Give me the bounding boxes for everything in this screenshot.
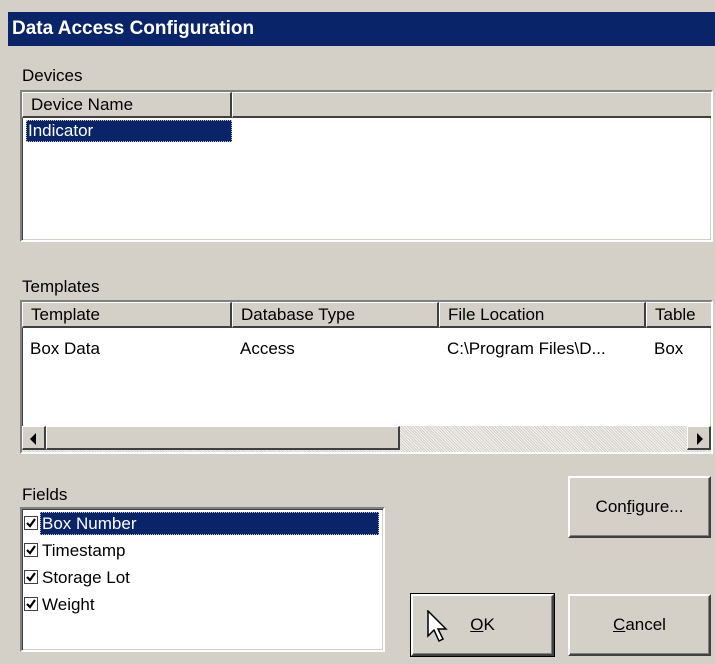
list-item[interactable]: Weight bbox=[24, 591, 97, 616]
fields-list[interactable]: Box Number Timestamp Storage Lot Weight bbox=[20, 507, 385, 652]
list-item[interactable]: Storage Lot bbox=[24, 564, 132, 589]
templates-list[interactable]: Template Database Type File Location Tab… bbox=[20, 300, 713, 454]
devices-label: Devices bbox=[22, 66, 83, 85]
field-label: Timestamp bbox=[42, 541, 126, 561]
fields-label: Fields bbox=[22, 485, 68, 504]
column-header-database-type[interactable]: Database Type bbox=[232, 302, 439, 328]
list-item[interactable]: Box Number bbox=[24, 510, 381, 536]
cell-database-type: Access bbox=[240, 339, 295, 358]
ok-mnemonic: O bbox=[470, 615, 484, 634]
cursor-icon bbox=[427, 610, 448, 643]
field-label: Box Number bbox=[40, 512, 379, 536]
checkbox-storage-lot[interactable] bbox=[24, 569, 38, 584]
checkbox-timestamp[interactable] bbox=[24, 542, 38, 557]
ok-label-post: K bbox=[483, 615, 495, 634]
cell-template: Box Data bbox=[30, 339, 100, 358]
column-header-empty[interactable] bbox=[232, 92, 711, 118]
checkbox-box-number[interactable] bbox=[24, 515, 38, 530]
arrow-right-icon bbox=[697, 433, 703, 445]
cell-file-location: C:\Program Files\D... bbox=[447, 339, 606, 358]
scroll-right-button[interactable] bbox=[687, 426, 711, 450]
ok-button[interactable]: OK bbox=[410, 593, 555, 657]
templates-label: Templates bbox=[22, 277, 100, 296]
column-header-file-location[interactable]: File Location bbox=[439, 302, 646, 328]
checkmark-icon bbox=[26, 598, 36, 609]
devices-list[interactable]: Device Name Indicator bbox=[20, 90, 713, 242]
cancel-button[interactable]: Cancel bbox=[568, 594, 711, 656]
configure-label-post: igure... bbox=[631, 497, 684, 516]
scrollbar-thumb[interactable] bbox=[46, 426, 400, 450]
field-label: Storage Lot bbox=[42, 568, 130, 588]
configure-button[interactable]: Configure... bbox=[568, 476, 711, 538]
device-row-indicator[interactable]: Indicator bbox=[26, 120, 232, 142]
cancel-label-post: ancel bbox=[625, 615, 666, 634]
cell-table: Box bbox=[654, 339, 684, 358]
scroll-left-button[interactable] bbox=[22, 426, 46, 450]
configure-label-pre: Con bbox=[595, 497, 627, 516]
checkbox-weight[interactable] bbox=[24, 596, 38, 611]
cancel-mnemonic: C bbox=[613, 615, 626, 634]
list-item[interactable]: Timestamp bbox=[24, 537, 127, 562]
column-header-table[interactable]: Table bbox=[646, 302, 711, 328]
checkmark-icon bbox=[26, 571, 36, 582]
column-header-device-name[interactable]: Device Name bbox=[22, 92, 232, 118]
checkmark-icon bbox=[26, 544, 36, 555]
column-header-template[interactable]: Template bbox=[22, 302, 232, 328]
checkmark-icon bbox=[26, 517, 36, 528]
window-title: Data Access Configuration bbox=[8, 12, 715, 46]
field-label: Weight bbox=[42, 595, 95, 615]
horizontal-scrollbar[interactable] bbox=[22, 426, 711, 452]
arrow-left-icon bbox=[30, 433, 36, 445]
